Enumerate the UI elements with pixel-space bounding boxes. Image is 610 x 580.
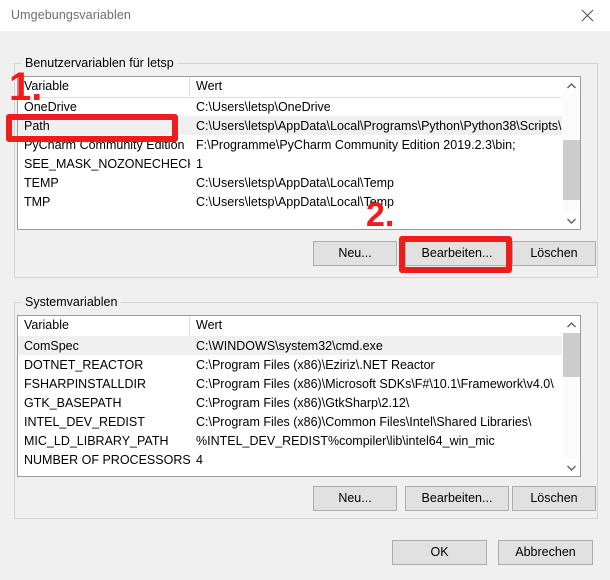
user-row-variable: TEMP (24, 175, 59, 190)
user-table-body: OneDrive C:\Users\letsp\OneDrive Path C:\Us… (18, 97, 563, 229)
system-table-header: Variable Wert (18, 316, 580, 337)
user-row-value: F:\Programme\PyCharm Community Edition 2… (196, 137, 516, 152)
user-row-variable: Path (24, 118, 50, 133)
system-table-body: ComSpec C:\WINDOWS\system32\cmd.exe DOTNET… (18, 336, 563, 476)
user-variables-legend: Benutzervariablen für letsp (21, 56, 178, 70)
table-row[interactable]: NUMBER OF PROCESSORS 4 (18, 450, 563, 469)
system-scrollbar-track[interactable] (563, 333, 580, 459)
system-new-button[interactable]: Neu... (313, 486, 397, 511)
system-variables-legend: Systemvariablen (21, 295, 122, 309)
system-edit-button[interactable]: Bearbeiten... (405, 486, 509, 511)
user-table-header: Variable Wert (18, 77, 580, 98)
ok-button[interactable]: OK (392, 540, 487, 565)
system-row-variable: GTK_BASEPATH (24, 395, 122, 410)
table-row[interactable]: SEE_MASK_NOZONECHECKS 1 (18, 154, 563, 173)
user-scrollbar-thumb[interactable] (563, 140, 580, 200)
user-row-variable: SEE_MASK_NOZONECHECKS (24, 156, 190, 171)
system-variables-table[interactable]: Variable Wert ComSpec C:\WINDOWS\system32… (17, 315, 581, 477)
system-row-value: %INTEL_DEV_REDIST%compiler\lib\intel64_w… (196, 433, 495, 448)
system-row-value: C:\WINDOWS\system32\cmd.exe (196, 338, 383, 353)
table-row[interactable]: INTEL_DEV_REDIST C:\Program Files (x86)\C… (18, 412, 563, 431)
system-row-variable: INTEL_DEV_REDIST (24, 414, 145, 429)
system-row-variable: FSHARPINSTALLDIR (24, 376, 147, 391)
system-row-value: 4 (196, 452, 203, 467)
system-delete-button[interactable]: Löschen (512, 486, 596, 511)
table-row[interactable]: ComSpec C:\WINDOWS\system32\cmd.exe (18, 336, 563, 355)
table-row[interactable]: FSHARPINSTALLDIR C:\Program Files (x86)\M… (18, 374, 563, 393)
window-title: Umgebungsvariablen (11, 8, 131, 22)
table-row[interactable]: DOTNET_REACTOR C:\Program Files (x86)\Ezi… (18, 355, 563, 374)
system-column-header-value[interactable]: Wert (190, 316, 580, 336)
table-row[interactable]: TMP C:\Users\letsp\AppData\Local\Temp (18, 192, 563, 211)
table-row[interactable]: OneDrive C:\Users\letsp\OneDrive (18, 97, 563, 116)
user-new-button[interactable]: Neu... (313, 241, 397, 266)
user-variables-table[interactable]: Variable Wert OneDrive C:\Users\letsp\One… (17, 76, 581, 230)
user-row-value: C:\Users\letsp\AppData\Local\Programs\Py… (196, 118, 563, 133)
user-row-variable: TMP (24, 194, 51, 209)
table-row[interactable]: Path C:\Users\letsp\AppData\Local\Program… (18, 116, 563, 135)
user-row-value: C:\Users\letsp\AppData\Local\Temp (196, 175, 395, 190)
user-edit-button[interactable]: Bearbeiten... (405, 241, 509, 266)
scroll-up-icon[interactable] (563, 316, 580, 333)
user-table-scrollbar[interactable] (562, 77, 580, 229)
table-row[interactable]: TEMP C:\Users\letsp\AppData\Local\Temp (18, 173, 563, 192)
cancel-button[interactable]: Abbrechen (498, 540, 593, 565)
system-column-header-variable[interactable]: Variable (18, 316, 190, 336)
table-row[interactable]: MIC_LD_LIBRARY_PATH %INTEL_DEV_REDIST%com… (18, 431, 563, 450)
system-row-variable: NUMBER OF PROCESSORS (24, 452, 190, 467)
user-delete-button[interactable]: Löschen (512, 241, 596, 266)
user-column-header-value[interactable]: Wert (190, 77, 580, 97)
user-row-value: C:\Users\letsp\AppData\Local\Temp (196, 194, 395, 209)
table-row[interactable]: GTK_BASEPATH C:\Program Files (x86)\GtkSh… (18, 393, 563, 412)
system-row-value: C:\Program Files (x86)\Microsoft SDKs\F#… (196, 376, 554, 391)
user-row-value: C:\Users\letsp\OneDrive (196, 99, 331, 114)
scroll-up-icon[interactable] (563, 77, 580, 94)
system-row-value: C:\Program Files (x86)\Common Files\Inte… (196, 414, 532, 429)
user-row-value: 1 (196, 156, 203, 171)
user-scrollbar-track[interactable] (563, 94, 580, 212)
system-scrollbar-thumb[interactable] (563, 333, 580, 377)
window-titlebar: Umgebungsvariablen (0, 0, 610, 32)
table-row[interactable]: PyCharm Community Edition F:\Programme\Py… (18, 135, 563, 154)
user-row-variable: PyCharm Community Edition (24, 137, 185, 152)
user-row-variable: OneDrive (24, 99, 77, 114)
system-row-value: C:\Program Files (x86)\GtkSharp\2.12\ (196, 395, 410, 410)
system-row-variable: DOTNET_REACTOR (24, 357, 144, 372)
system-row-value: C:\Program Files (x86)\Eziriz\.NET React… (196, 357, 435, 372)
system-row-variable: ComSpec (24, 338, 79, 353)
user-column-header-variable[interactable]: Variable (18, 77, 190, 97)
system-row-variable: MIC_LD_LIBRARY_PATH (24, 433, 169, 448)
scroll-down-icon[interactable] (563, 459, 580, 476)
scroll-down-icon[interactable] (563, 212, 580, 229)
close-button[interactable] (565, 0, 610, 30)
close-icon (581, 9, 594, 22)
system-table-scrollbar[interactable] (562, 316, 580, 476)
